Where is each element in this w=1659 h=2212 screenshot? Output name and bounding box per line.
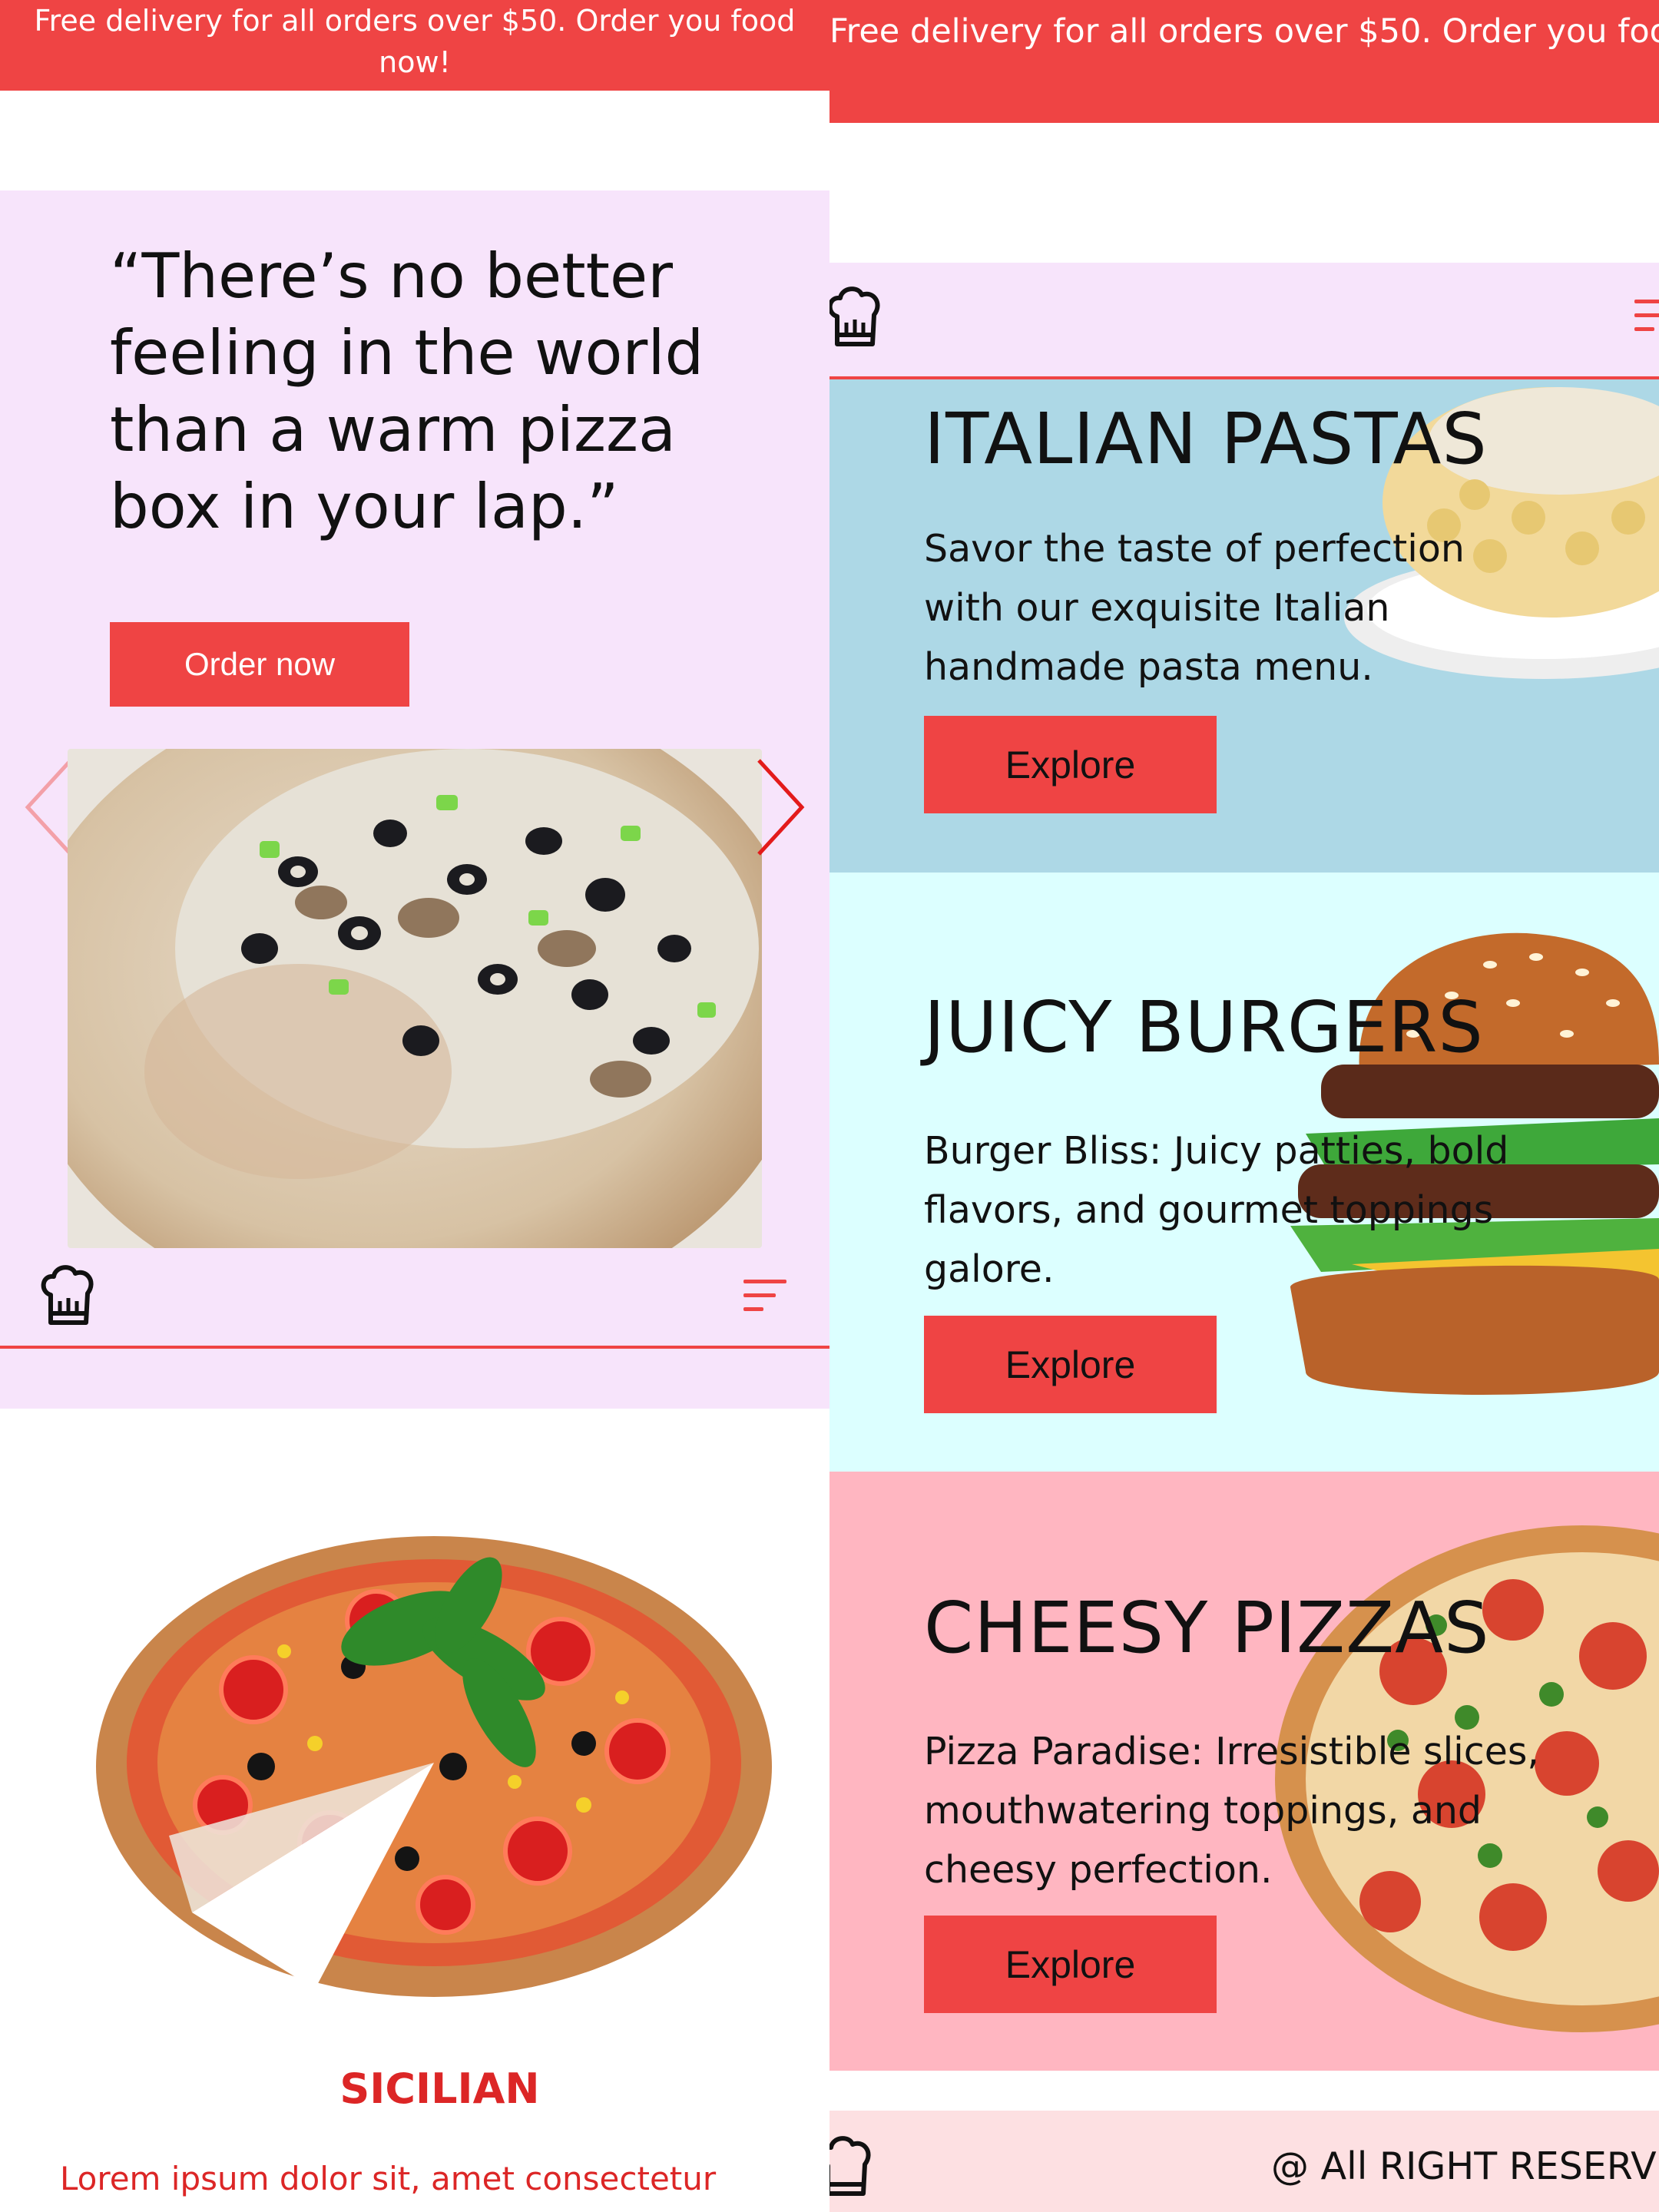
- pasta-section: ITALIAN PASTAS Savor the taste of perfec…: [830, 379, 1659, 873]
- pizza-section: CHEESY PIZZAS Pizza Paradise: Irresistib…: [830, 1472, 1659, 2071]
- section-title: CHEESY PIZZAS: [924, 1587, 1490, 1669]
- product-name: SICILIAN: [339, 2065, 540, 2113]
- nav-divider: [0, 1346, 830, 1349]
- burger-section: JUICY BURGERS Burger Bliss: Juicy pattie…: [830, 873, 1659, 1472]
- section-title: JUICY BURGERS: [924, 986, 1484, 1068]
- section-description: Pizza Paradise: Irresistible slices, mou…: [924, 1730, 1539, 1892]
- copyright-text: @ All RIGHT RESERVED: [1271, 2144, 1659, 2188]
- promo-banner: Free delivery for all orders over $50. O…: [0, 0, 830, 91]
- order-now-button[interactable]: Order now: [110, 622, 409, 707]
- explore-pastas-button[interactable]: Explore: [924, 716, 1217, 813]
- menu-icon[interactable]: [743, 1280, 790, 1313]
- section-description: Savor the taste of perfection with our e…: [924, 527, 1465, 689]
- section-description: Burger Bliss: Juicy patties, bold flavor…: [924, 1129, 1509, 1291]
- top-nav: [830, 263, 1659, 379]
- chef-hat-icon[interactable]: [37, 1263, 98, 1327]
- right-page-view: Free delivery for all orders over $50. O…: [830, 0, 1659, 2212]
- explore-pizzas-button[interactable]: Explore: [924, 1916, 1217, 2013]
- chevron-right-icon[interactable]: [753, 757, 806, 857]
- chef-hat-icon[interactable]: [830, 284, 885, 349]
- promo-banner: Free delivery for all orders over $50. O…: [830, 0, 1659, 123]
- section-title: ITALIAN PASTAS: [924, 398, 1488, 480]
- hero-section: “There’s no better feeling in the world …: [0, 190, 830, 1409]
- promo-banner-text: Free delivery for all orders over $50. O…: [830, 12, 1659, 51]
- chef-hat-icon[interactable]: [830, 2134, 876, 2198]
- sicilian-pizza-image[interactable]: [84, 1513, 776, 2012]
- hero-quote: “There’s no better feeling in the world …: [110, 240, 704, 542]
- product-description: Lorem ipsum dolor sit, amet consectetur: [60, 2160, 717, 2197]
- menu-icon[interactable]: [1634, 300, 1659, 333]
- promo-banner-text: Free delivery for all orders over $50. O…: [34, 4, 796, 79]
- footer: @ All RIGHT RESERVED: [830, 2111, 1659, 2212]
- left-page-view: Free delivery for all orders over $50. O…: [0, 0, 830, 2212]
- carousel-pizza-image: [68, 749, 762, 1248]
- explore-burgers-button[interactable]: Explore: [924, 1316, 1217, 1413]
